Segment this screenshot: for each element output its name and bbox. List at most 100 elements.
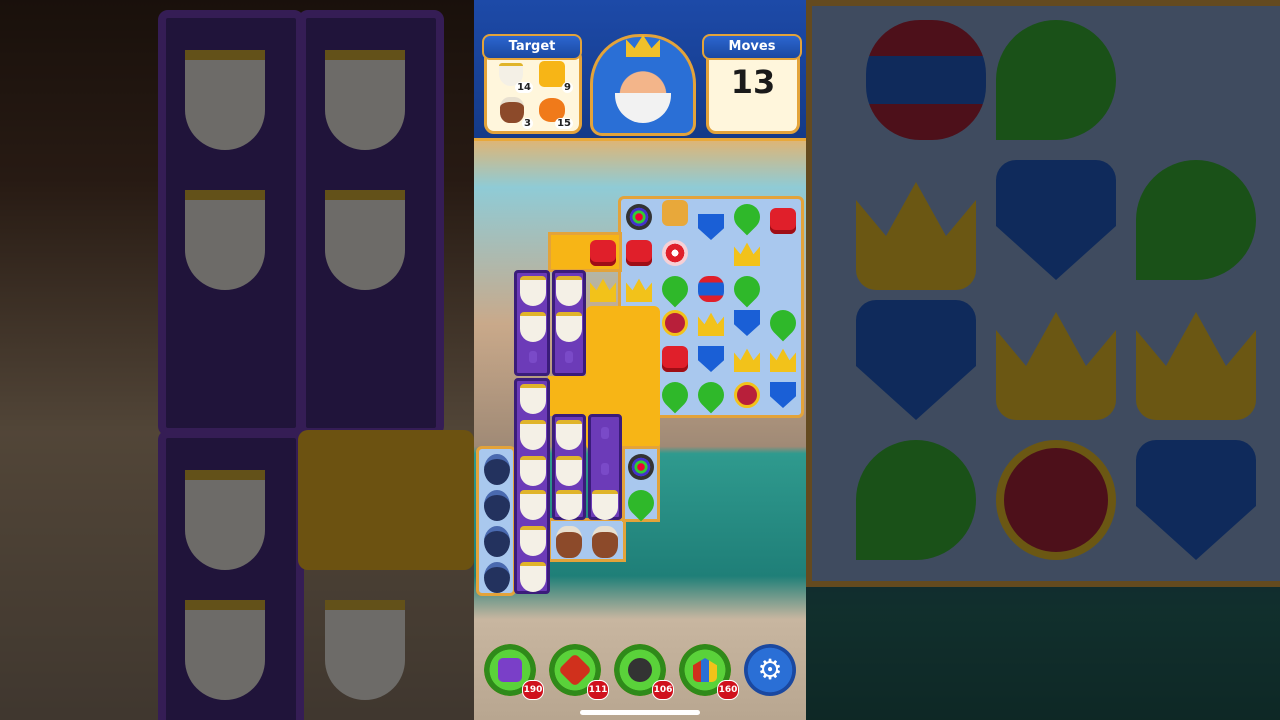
booster-count: 106 (652, 680, 674, 700)
cell[interactable] (694, 210, 728, 244)
cell[interactable] (480, 558, 514, 593)
booster-cannon[interactable]: 106 (614, 644, 674, 700)
cell[interactable] (658, 196, 692, 230)
shield-icon (698, 346, 724, 372)
cell[interactable] (552, 340, 586, 374)
king-avatar (590, 34, 696, 136)
crown-icon (626, 35, 660, 57)
booster-arrow[interactable]: 111 (549, 644, 609, 700)
cell[interactable] (622, 200, 656, 234)
cell[interactable] (622, 272, 656, 306)
cell[interactable] (730, 342, 764, 376)
cell[interactable] (764, 304, 802, 342)
cell[interactable] (730, 236, 764, 270)
cell[interactable] (516, 558, 550, 592)
bg-teacup-icon (325, 190, 405, 290)
goal-count: 15 (555, 118, 573, 129)
cell[interactable] (552, 522, 586, 558)
cell[interactable] (516, 452, 550, 486)
cell[interactable] (766, 204, 800, 238)
booster-hammer[interactable]: 190 (484, 644, 544, 700)
cell[interactable] (766, 342, 800, 376)
right-background-blur (806, 0, 1280, 720)
bg-barrel-icon (866, 20, 986, 140)
goal-count: 3 (522, 118, 533, 129)
cell[interactable] (694, 306, 728, 340)
cell[interactable] (480, 522, 514, 557)
cell[interactable] (622, 484, 660, 522)
cell[interactable] (624, 450, 658, 484)
arrow-icon (558, 653, 592, 687)
cell[interactable] (588, 522, 622, 558)
cell[interactable] (552, 416, 586, 450)
cell[interactable] (730, 378, 764, 412)
leaf-icon (692, 376, 730, 414)
goal-pot: 3 (497, 95, 533, 129)
bg-teacup-icon (185, 50, 265, 150)
cell[interactable] (516, 416, 550, 450)
target-label: Target (482, 34, 582, 60)
cannon-icon (628, 658, 652, 682)
teacup-icon (520, 490, 546, 520)
crown-icon (698, 312, 724, 336)
cell[interactable] (552, 486, 586, 520)
red-gem-icon (662, 346, 688, 372)
target-panel: 14 9 3 15 (484, 48, 582, 134)
cell[interactable] (658, 236, 692, 270)
cell[interactable] (656, 376, 694, 414)
cell[interactable] (516, 380, 550, 414)
cell[interactable] (516, 486, 550, 520)
cell[interactable] (588, 452, 622, 486)
cell[interactable] (516, 272, 550, 306)
cell[interactable] (730, 306, 764, 340)
bg-leaf-icon (856, 440, 976, 560)
cell[interactable] (694, 342, 728, 376)
cell[interactable] (728, 270, 766, 308)
cell[interactable] (552, 272, 586, 306)
cell[interactable] (656, 270, 694, 308)
bg-teacup-icon (325, 600, 405, 700)
lock-icon (601, 427, 609, 439)
goal-teacup: 14 (497, 59, 533, 93)
cell[interactable] (622, 236, 656, 270)
cell[interactable] (552, 452, 586, 486)
clay-pot-icon (556, 526, 582, 558)
crown-icon (626, 278, 652, 302)
cell[interactable] (516, 308, 550, 342)
cell[interactable] (516, 340, 550, 374)
gumball-icon (626, 204, 652, 230)
honey-tile (548, 376, 618, 416)
cell[interactable] (552, 308, 586, 342)
teacup-icon (520, 384, 546, 414)
cell[interactable] (658, 306, 692, 340)
cell[interactable] (480, 486, 514, 521)
bg-teacup-icon (185, 470, 265, 570)
gear-icon: ⚙ (757, 653, 783, 686)
cell[interactable] (588, 486, 622, 520)
cell[interactable] (766, 378, 800, 412)
propeller-icon (734, 382, 760, 408)
cell[interactable] (658, 342, 692, 376)
cell[interactable] (692, 376, 730, 414)
cell[interactable] (728, 198, 766, 236)
cell[interactable] (480, 450, 514, 485)
teacup-icon (520, 562, 546, 592)
cell[interactable] (588, 416, 622, 450)
cell[interactable] (694, 272, 728, 306)
shield-icon (734, 310, 760, 336)
booster-jester[interactable]: 160 (679, 644, 739, 700)
settings-button[interactable]: ⚙ (744, 644, 796, 696)
cell[interactable] (586, 272, 620, 306)
moves-label: Moves (702, 34, 802, 60)
gumball-icon (628, 454, 654, 480)
home-indicator[interactable] (580, 710, 700, 715)
lock-icon (601, 463, 609, 475)
goal-pumpkin: 15 (537, 95, 573, 129)
goal-count: 14 (515, 82, 533, 93)
bg-teacup-icon (325, 50, 405, 150)
cell[interactable] (516, 522, 550, 556)
teacup-icon (520, 420, 546, 450)
beard (615, 93, 671, 123)
teacup-icon (592, 490, 618, 520)
cell[interactable] (586, 236, 620, 270)
